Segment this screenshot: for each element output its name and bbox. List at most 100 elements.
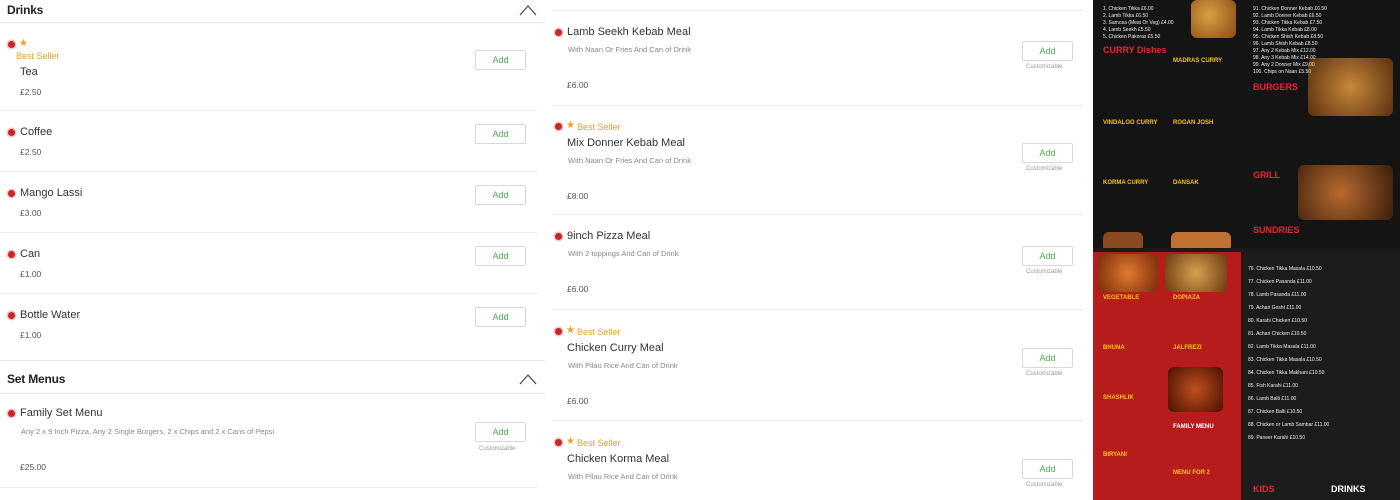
item-description: With 2 toppings And Can of Drink <box>568 249 679 258</box>
food-photo <box>1165 254 1227 292</box>
menu-heading: DANSAK <box>1173 180 1199 186</box>
menu-column-middle: Lamb Seekh Kebab Meal With Naan Or Fries… <box>553 0 1083 500</box>
best-seller-badge: Best Seller <box>577 327 621 337</box>
menu-heading: BHUNA <box>1103 345 1125 351</box>
red-dot-icon <box>8 190 15 197</box>
best-seller-badge: Best Seller <box>16 51 60 61</box>
divider <box>0 393 545 394</box>
food-photo <box>1308 58 1393 116</box>
customizable-label: Customizable <box>479 446 516 452</box>
menu-line: 79. Achari Gosht £11.00 <box>1248 305 1302 311</box>
red-dot-icon <box>8 251 15 258</box>
menu-heading: ROGAN JOSH <box>1173 120 1214 126</box>
red-dot-icon <box>555 233 562 240</box>
red-dot-icon <box>8 41 15 48</box>
add-button[interactable]: Add <box>475 50 526 70</box>
customizable-label: Customizable <box>1026 371 1063 377</box>
menu-line: 98. Any 3 Kebab Mix £14.00 <box>1253 55 1316 61</box>
food-photo <box>1098 254 1158 292</box>
add-button[interactable]: Add <box>475 185 526 205</box>
drinks-section-title: Drinks <box>7 3 44 17</box>
menu-line: 99. Any 2 Donner Mix £9.00 <box>1253 62 1315 68</box>
menu-heading: CURRY Dishes <box>1103 45 1167 55</box>
menu-panel <box>1243 252 1400 500</box>
add-button[interactable]: Add <box>475 307 526 327</box>
red-dot-icon <box>8 312 15 319</box>
menu-line: 81. Achari Chicken £10.50 <box>1248 331 1307 337</box>
menu-line: 93. Chicken Tikka Kebab £7.50 <box>1253 20 1323 26</box>
menu-line: 5. Chicken Pakoras £5.50 <box>1103 34 1161 40</box>
menu-item-can: Can £1.00 Add <box>0 233 545 293</box>
food-photo <box>1103 232 1143 248</box>
item-name: Lamb Seekh Kebab Meal <box>567 26 691 38</box>
item-price: £3.00 <box>20 208 42 218</box>
item-name: Tea <box>20 66 38 78</box>
item-name: Mix Donner Kebab Meal <box>567 137 686 149</box>
menu-heading: SHASHLIK <box>1103 395 1134 401</box>
red-dot-icon <box>555 328 562 335</box>
star-icon: ★ <box>19 38 28 49</box>
food-photo <box>1168 367 1223 412</box>
red-dot-icon <box>8 129 15 136</box>
item-name: Can <box>20 248 41 260</box>
menu-heading: BURGERS <box>1253 82 1299 92</box>
red-dot-icon <box>555 29 562 36</box>
star-icon: ★ <box>566 120 575 131</box>
add-button[interactable]: Add <box>1022 143 1073 163</box>
menu-line: 86. Lamb Balti £11.00 <box>1248 396 1297 402</box>
menu-item-9inch-pizza-meal: 9inch Pizza Meal With 2 toppings And Can… <box>553 215 1083 309</box>
item-name: Chicken Korma Meal <box>567 453 670 465</box>
add-button[interactable]: Add <box>475 124 526 144</box>
food-photo <box>1298 165 1393 220</box>
menu-item-family-set-menu: Family Set Menu Any 2 x 9 Inch Pizza, An… <box>0 400 545 486</box>
food-photo <box>1191 0 1236 38</box>
customizable-label: Customizable <box>1026 64 1063 70</box>
set-menus-section-header[interactable]: Set Menus <box>0 369 545 391</box>
menu-line: 1. Chicken Tikka £6.00 <box>1103 6 1154 12</box>
add-button[interactable]: Add <box>475 246 526 266</box>
add-button[interactable]: Add <box>1022 459 1073 479</box>
item-price: £25.00 <box>20 462 46 472</box>
star-icon: ★ <box>566 436 575 447</box>
menu-line: 95. Chicken Shish Kebab £8.50 <box>1253 34 1324 40</box>
item-name: Family Set Menu <box>20 407 103 419</box>
menu-item-bottle-water: Bottle Water £1.00 Add <box>0 294 545 354</box>
menu-heading: FAMILY MENU <box>1173 424 1214 430</box>
divider <box>0 487 537 488</box>
drinks-section-header[interactable]: Drinks <box>0 0 545 22</box>
item-name: 9inch Pizza Meal <box>567 230 651 242</box>
menu-line: 76. Chicken Tikka Masala £10.50 <box>1248 266 1322 272</box>
menu-line: 77. Chicken Pasanda £11.00 <box>1248 279 1312 285</box>
best-seller-badge: Best Seller <box>577 438 621 448</box>
best-seller-badge: Best Seller <box>577 122 621 132</box>
menu-line: 80. Karahi Chicken £10.50 <box>1248 318 1307 324</box>
menu-item-chicken-curry-meal: ★ Best Seller Chicken Curry Meal With Pi… <box>553 310 1083 420</box>
red-dot-icon <box>555 439 562 446</box>
customizable-label: Customizable <box>1026 269 1063 275</box>
item-description: With Pilau Rice And Can of Drink <box>568 472 678 481</box>
add-button[interactable]: Add <box>475 422 526 442</box>
menu-photos: CURRY Dishes MADRAS CURRY VINDALOO CURRY… <box>1093 0 1400 500</box>
menu-line: 92. Lamb Donner Kebab £6.50 <box>1253 13 1322 19</box>
add-button[interactable]: Add <box>1022 246 1073 266</box>
menu-line: 83. Chicken Tikka Masala £10.50 <box>1248 357 1322 363</box>
menu-photo-bottom[interactable]: VEGETABLE DOPIAZA BHUNA JALFREZI SHASHLI… <box>1093 252 1400 500</box>
item-description: With Naan Or Fries And Can of Drink <box>568 156 691 165</box>
set-menus-section-title: Set Menus <box>7 372 66 386</box>
menu-line: 87. Chicken Balti £10.50 <box>1248 409 1303 415</box>
menu-item-mango-lassi: Mango Lassi £3.00 Add <box>0 172 545 232</box>
item-price: £6.00 <box>567 396 589 406</box>
menu-line: 94. Lamb Tikka Kebab £8.00 <box>1253 27 1317 33</box>
item-description: With Naan Or Fries And Can of Drink <box>568 45 691 54</box>
menu-photo-top[interactable]: CURRY Dishes MADRAS CURRY VINDALOO CURRY… <box>1093 0 1400 248</box>
menu-heading: MENU FOR 2 <box>1173 470 1211 476</box>
menu-line: 2. Lamb Tikka £6.50 <box>1103 13 1149 19</box>
menu-heading: BIRYANI <box>1103 452 1127 458</box>
chevron-up-icon[interactable] <box>519 4 537 16</box>
add-button[interactable]: Add <box>1022 41 1073 61</box>
item-price: £6.00 <box>567 80 589 90</box>
item-description: With Pilau Rice And Can of Drink <box>568 361 678 370</box>
item-name: Mango Lassi <box>20 187 83 199</box>
add-button[interactable]: Add <box>1022 348 1073 368</box>
chevron-up-icon[interactable] <box>519 373 537 385</box>
